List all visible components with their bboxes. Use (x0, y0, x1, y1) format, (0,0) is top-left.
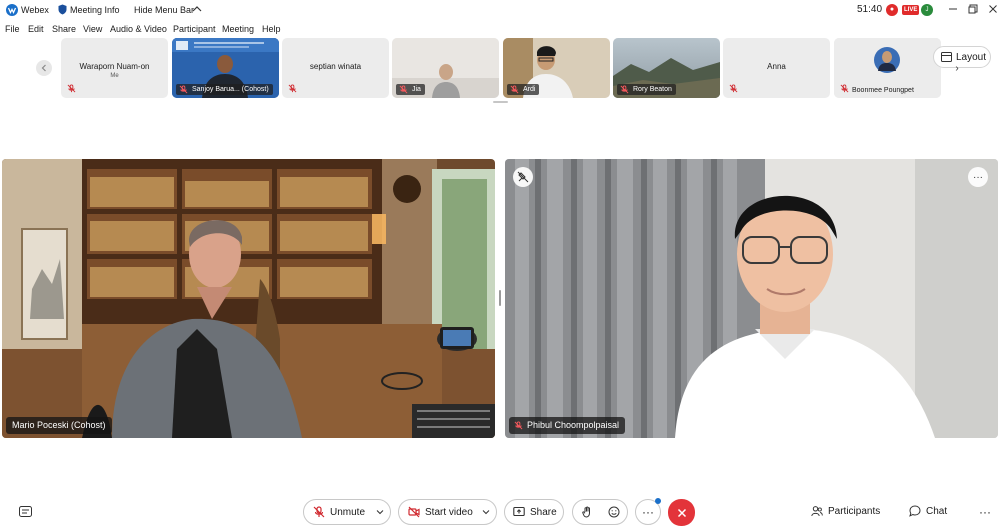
chevron-up-icon[interactable] (192, 5, 202, 13)
participants-button[interactable]: Participants (811, 505, 880, 517)
unpin-glyph (517, 171, 529, 183)
chevron-right-icon[interactable]: › (950, 62, 964, 76)
filmstrip-resize-handle[interactable] (493, 101, 508, 103)
menu-file[interactable]: File (5, 24, 20, 34)
reactions-group (572, 499, 628, 525)
start-video-label: Start video (425, 506, 473, 518)
title-bar: Webex Meeting Info Hide Menu Bar 51:40 ●… (0, 0, 1000, 20)
muted-mic-icon (729, 84, 738, 93)
meeting-timer: 51:40 (857, 4, 883, 15)
unmute-label: Unmute (330, 506, 366, 518)
share-button[interactable]: Share (504, 499, 564, 525)
main-video-left[interactable]: Mario Poceski (Cohost) (2, 159, 495, 438)
chevron-left-icon (41, 64, 46, 72)
participant-tile[interactable]: Ardi (503, 38, 610, 98)
webex-logo-icon (6, 4, 18, 16)
menu-participant[interactable]: Participant (173, 24, 216, 34)
muted-mic-icon (840, 84, 849, 93)
layout-icon (941, 52, 952, 62)
muted-mic-icon (620, 85, 629, 94)
more-options-icon[interactable]: ··· (968, 167, 988, 187)
captions-icon[interactable] (19, 506, 32, 517)
unmute-button[interactable]: Unmute (303, 499, 391, 525)
menu-audio-video[interactable]: Audio & Video (110, 24, 167, 34)
more-panels-button[interactable]: ··· (979, 505, 991, 519)
participant-tile[interactable]: Rory Beaton (613, 38, 720, 98)
chat-label: Chat (926, 505, 948, 517)
video-name-text: Phibul Choompolpaisal (527, 420, 620, 430)
participant-name: Jia (412, 86, 421, 93)
share-screen-icon (513, 506, 525, 517)
chevron-down-icon[interactable] (376, 508, 384, 516)
participant-name: Boonmee Poungpet (852, 87, 914, 94)
muted-mic-icon (288, 84, 297, 93)
filmstrip-prev-button[interactable] (36, 60, 52, 76)
menu-view[interactable]: View (83, 24, 102, 34)
participant-label: Jia (396, 84, 425, 95)
live-badge: LIVE (902, 5, 920, 15)
raise-hand-button[interactable] (573, 506, 600, 518)
participant-name: septian winata (309, 62, 362, 71)
video-name-label: Phibul Choompolpaisal (509, 417, 626, 434)
video-off-icon (408, 506, 420, 518)
participant-tile[interactable]: Sanjoy Barua... (Cohost) (172, 38, 279, 98)
close-icon[interactable] (986, 2, 1000, 16)
notification-dot (655, 498, 661, 504)
participant-tile[interactable]: Waraporn Nuam-on Me (61, 38, 168, 98)
muted-mic-icon (514, 421, 523, 430)
layout-label: Layout (956, 51, 987, 63)
hide-menu-bar-button[interactable]: Hide Menu Bar (134, 5, 194, 15)
chat-button[interactable]: Chat (909, 505, 947, 517)
participant-tile[interactable]: septian winata (282, 38, 389, 98)
participant-label: Ardi (507, 84, 540, 95)
minimize-icon[interactable] (946, 2, 960, 16)
participant-name: Waraporn Nuam-on (79, 62, 150, 71)
participant-tile[interactable]: Anna (723, 38, 830, 98)
participants-icon (811, 506, 823, 517)
participant-me-label: Me (110, 73, 119, 79)
participant-name: Rory Beaton (633, 86, 672, 93)
meeting-info-link[interactable]: Meeting Info (70, 5, 120, 15)
participant-name: Ardi (523, 86, 536, 93)
main-video-right[interactable]: ··· Phibul Choompolpaisal (505, 159, 998, 438)
participant-label: Rory Beaton (617, 84, 676, 95)
video-feed (2, 159, 495, 438)
video-name-label: Mario Poceski (Cohost) (6, 417, 112, 434)
reactions-button[interactable] (600, 506, 627, 518)
participant-name: Anna (767, 62, 786, 71)
recording-icon: ● (886, 4, 898, 16)
muted-mic-icon (67, 84, 76, 93)
menu-help[interactable]: Help (262, 24, 281, 34)
muted-mic-icon (179, 85, 188, 94)
pin-off-icon[interactable] (513, 167, 533, 187)
menu-edit[interactable]: Edit (28, 24, 44, 34)
share-label: Share (530, 506, 557, 518)
muted-mic-icon (399, 85, 408, 94)
app-name: Webex (21, 5, 49, 15)
split-resize-handle[interactable] (499, 290, 501, 306)
participant-tile[interactable]: Boonmee Poungpet (834, 38, 941, 98)
chat-bubble-icon (909, 505, 921, 517)
smiley-icon (608, 506, 619, 518)
start-video-button[interactable]: Start video (398, 499, 497, 525)
participants-label: Participants (828, 505, 881, 517)
chevron-down-icon[interactable] (482, 508, 490, 516)
video-feed (505, 159, 998, 438)
webex-meeting-window: Webex Meeting Info Hide Menu Bar 51:40 ●… (0, 0, 1000, 532)
shield-icon[interactable] (58, 4, 67, 15)
participant-name: Sanjoy Barua... (Cohost) (192, 86, 269, 93)
leave-meeting-button[interactable] (668, 499, 695, 526)
raise-hand-icon (581, 506, 590, 518)
muted-mic-icon (510, 85, 519, 94)
close-icon (677, 508, 686, 517)
muted-mic-icon (313, 506, 325, 518)
menu-meeting[interactable]: Meeting (222, 24, 254, 34)
user-avatar[interactable]: J (921, 4, 933, 16)
menu-share[interactable]: Share (52, 24, 76, 34)
participant-tile[interactable]: Jia (392, 38, 499, 98)
restore-icon[interactable] (966, 2, 980, 16)
participant-label: Sanjoy Barua... (Cohost) (176, 84, 273, 95)
